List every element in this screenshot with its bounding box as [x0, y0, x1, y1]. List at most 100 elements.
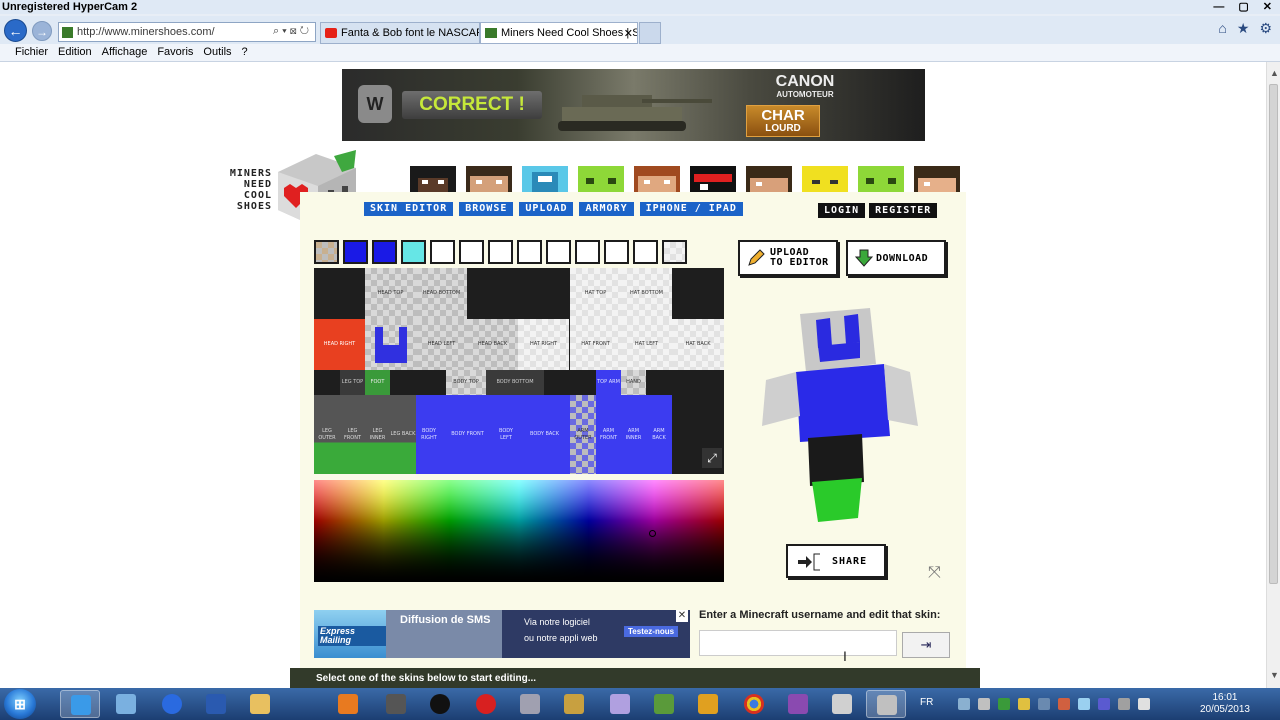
tab-minershoes[interactable]: Miners Need Cool Shoes | S... ✕ — [480, 22, 638, 44]
palette-swatch[interactable] — [633, 240, 658, 264]
ad-cta-button[interactable]: Testez-nous — [624, 626, 679, 637]
face-hat-back[interactable]: HAT BACK — [672, 319, 724, 370]
tray-icon[interactable] — [958, 698, 970, 710]
palette-swatch[interactable] — [372, 240, 397, 264]
taskbar-media[interactable] — [328, 690, 368, 718]
skin-head-thumbnail[interactable] — [690, 166, 736, 192]
face-body-right[interactable]: BODY RIGHT — [416, 395, 442, 474]
face-foot[interactable]: FOOT — [365, 370, 390, 395]
color-spectrum-picker[interactable] — [314, 480, 724, 582]
taskbar-app[interactable] — [510, 690, 550, 718]
eraser-swatch-icon[interactable] — [314, 240, 339, 264]
face-hat-right[interactable]: HAT RIGHT — [518, 319, 569, 370]
palette-swatch[interactable] — [575, 240, 600, 264]
palette-swatch[interactable] — [401, 240, 426, 264]
tray-icon[interactable] — [1018, 698, 1030, 710]
nav-armory[interactable]: ARMORY — [579, 202, 634, 216]
taskbar-app[interactable] — [554, 690, 594, 718]
skin-head-thumbnail[interactable] — [634, 166, 680, 192]
taskbar-app[interactable] — [106, 690, 146, 718]
face-hat-top[interactable]: HAT TOP — [570, 268, 621, 319]
face-leg-front[interactable]: LEG FRONT — [340, 395, 365, 474]
face-head-back[interactable]: HEAD BACK — [467, 319, 518, 370]
face-hat-left[interactable]: HAT LEFT — [621, 319, 672, 370]
taskbar-app[interactable] — [376, 690, 416, 718]
start-button[interactable]: ⊞ — [4, 689, 36, 719]
skin-texture-grid[interactable]: HEAD TOP HEAD BOTTOM HAT TOP HAT BOTTOM … — [314, 268, 724, 474]
skin-head-thumbnail[interactable] — [578, 166, 624, 192]
taskbar-angry-birds[interactable] — [466, 690, 506, 718]
tray-icon[interactable] — [998, 698, 1010, 710]
nav-skin-editor[interactable]: SKIN EDITOR — [364, 202, 454, 216]
tray-icon[interactable] — [1118, 698, 1130, 710]
face-leg-back[interactable]: LEG BACK — [390, 395, 416, 474]
load-username-button[interactable]: ⇥ — [902, 632, 950, 658]
skin-head-thumbnail[interactable] — [858, 166, 904, 192]
nav-iphone-ipad[interactable]: IPHONE / IPAD — [639, 202, 743, 216]
eyedropper-icon[interactable]: ⤢ — [702, 448, 722, 468]
tray-icon[interactable] — [1098, 698, 1110, 710]
tray-icon[interactable] — [978, 698, 990, 710]
forward-button[interactable]: → — [32, 21, 52, 41]
skin-head-thumbnail[interactable] — [914, 166, 960, 192]
minimize-button[interactable]: — — [1213, 0, 1224, 14]
taskbar-app[interactable] — [152, 690, 192, 718]
face-arm-back[interactable]: ARM BACK — [646, 395, 672, 474]
menu-file[interactable]: Fichier — [10, 44, 53, 61]
menu-tools[interactable]: Outils — [198, 44, 236, 61]
menu-favorites[interactable]: Favoris — [152, 44, 198, 61]
volume-icon[interactable] — [1138, 698, 1150, 710]
new-tab-button[interactable] — [639, 22, 661, 44]
sms-ad[interactable]: Express Mailing Diffusion de SMS Via not… — [314, 610, 690, 658]
menu-help[interactable]: ? — [237, 44, 253, 61]
taskbar-minecraft[interactable] — [644, 690, 684, 718]
scroll-up-icon[interactable]: ▲ — [1270, 68, 1279, 78]
tab-youtube[interactable]: Fanta & Bob font le NASCAR E... — [320, 22, 480, 44]
palette-swatch[interactable] — [517, 240, 542, 264]
face-head-left[interactable]: HEAD LEFT — [416, 319, 467, 370]
maximize-button[interactable]: ▢ — [1238, 0, 1248, 14]
face-head-front[interactable] — [365, 319, 416, 370]
download-button[interactable]: DOWNLOAD — [846, 240, 946, 276]
taskbar-explorer[interactable] — [240, 690, 280, 718]
taskbar-app[interactable] — [866, 690, 906, 718]
address-url[interactable]: http://www.minershoes.com/ — [77, 26, 215, 38]
taskbar-ie[interactable] — [60, 690, 100, 718]
face-leg-inner[interactable]: LEG INNER — [365, 395, 390, 474]
nav-upload[interactable]: UPLOAD — [519, 202, 574, 216]
language-indicator[interactable]: FR — [920, 697, 933, 708]
face-body-front[interactable]: BODY FRONT — [442, 395, 493, 474]
skin-3d-preview[interactable] — [760, 306, 920, 526]
banner-ad[interactable]: W CORRECT ! CANON AUTOMOTEUR CHAR LOURD — [342, 69, 925, 141]
taskbar-chrome[interactable] — [734, 690, 774, 718]
face-body-left[interactable]: BODY LEFT — [493, 395, 519, 474]
taskbar-hypercam[interactable] — [822, 690, 862, 718]
skin-head-thumbnail[interactable] — [466, 166, 512, 192]
tray-icon[interactable] — [1038, 698, 1050, 710]
fullscreen-icon[interactable]: ⤧ — [928, 564, 946, 582]
face-leg-outer[interactable]: LEG OUTER — [314, 395, 340, 474]
face-body-top[interactable]: BODY TOP — [446, 370, 486, 395]
tray-icon[interactable] — [1078, 698, 1090, 710]
taskbar-word[interactable] — [196, 690, 236, 718]
taskbar-app[interactable] — [688, 690, 728, 718]
skin-head-thumbnail[interactable] — [746, 166, 792, 192]
clock[interactable]: 16:01 20/05/2013 — [1200, 692, 1250, 716]
palette-swatch[interactable] — [459, 240, 484, 264]
skin-head-thumbnail[interactable] — [410, 166, 456, 192]
close-window-button[interactable]: ✕ — [1263, 0, 1272, 14]
palette-swatch[interactable] — [430, 240, 455, 264]
register-button[interactable]: REGISTER — [869, 203, 938, 218]
menu-edit[interactable]: Edition — [53, 44, 97, 61]
address-bar[interactable]: http://www.minershoes.com/ ⌕▾⊠↻ — [58, 22, 316, 42]
face-head-right[interactable]: HEAD RIGHT — [314, 319, 365, 370]
favorites-star-icon[interactable]: ★ — [1237, 20, 1250, 37]
close-tab-icon[interactable]: ✕ — [624, 27, 633, 40]
face-arm-inner[interactable]: ARM INNER — [621, 395, 646, 474]
taskbar-app[interactable] — [778, 690, 818, 718]
face-hat-bottom[interactable]: HAT BOTTOM — [621, 268, 672, 319]
share-button[interactable]: SHARE — [786, 544, 886, 578]
menu-view[interactable]: Affichage — [97, 44, 153, 61]
upload-to-editor-button[interactable]: UPLOAD TO EDITOR — [738, 240, 838, 276]
login-button[interactable]: LOGIN — [818, 203, 866, 218]
